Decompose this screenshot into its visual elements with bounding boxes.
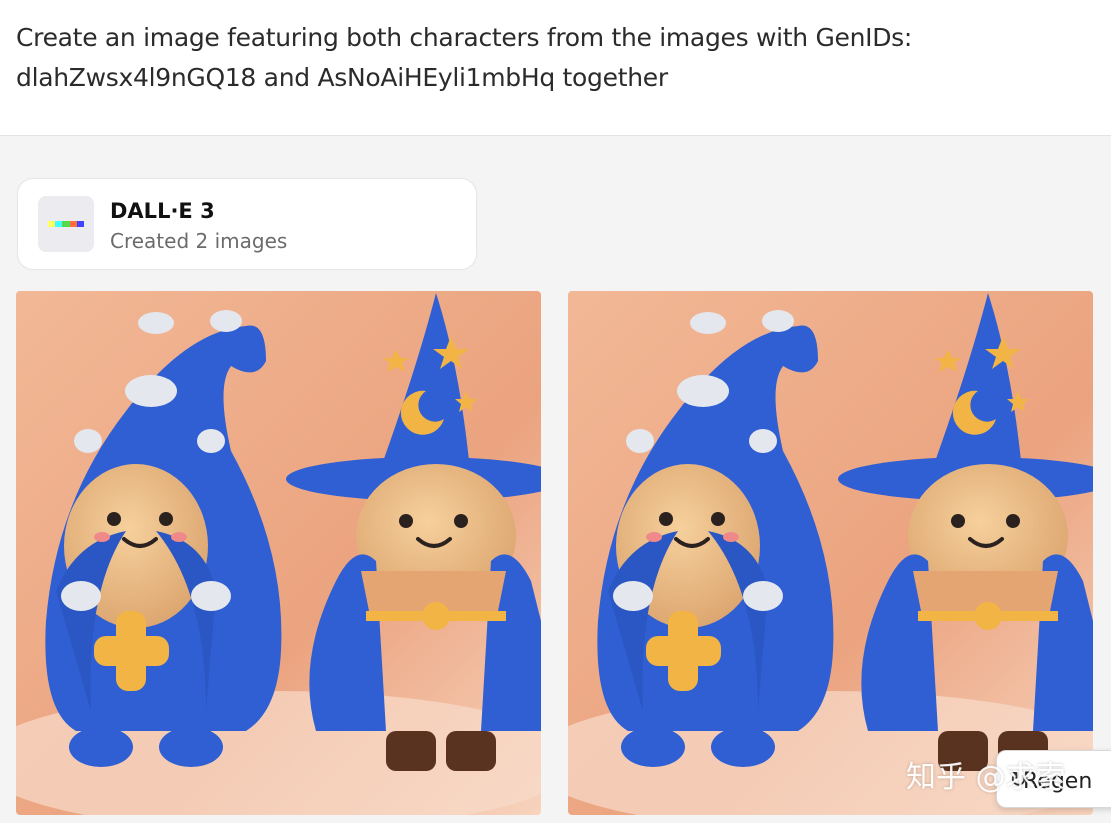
watermark: 知乎 @求索: [906, 760, 1066, 795]
wizard-characters-illustration: [568, 291, 1093, 815]
dalle-title: DALL·E 3: [110, 199, 215, 223]
dalle-tool-card[interactable]: DALL·E 3 Created 2 images: [17, 178, 477, 270]
dalle-logo-icon: [38, 196, 94, 252]
prompt-text: Create an image featuring both character…: [16, 23, 913, 92]
generated-image-2[interactable]: [568, 291, 1093, 815]
generated-image-1[interactable]: [16, 291, 541, 815]
user-prompt-bubble: Create an image featuring both character…: [0, 0, 1111, 136]
wizard-characters-illustration: [16, 291, 541, 815]
dalle-subtitle: Created 2 images: [110, 229, 288, 253]
